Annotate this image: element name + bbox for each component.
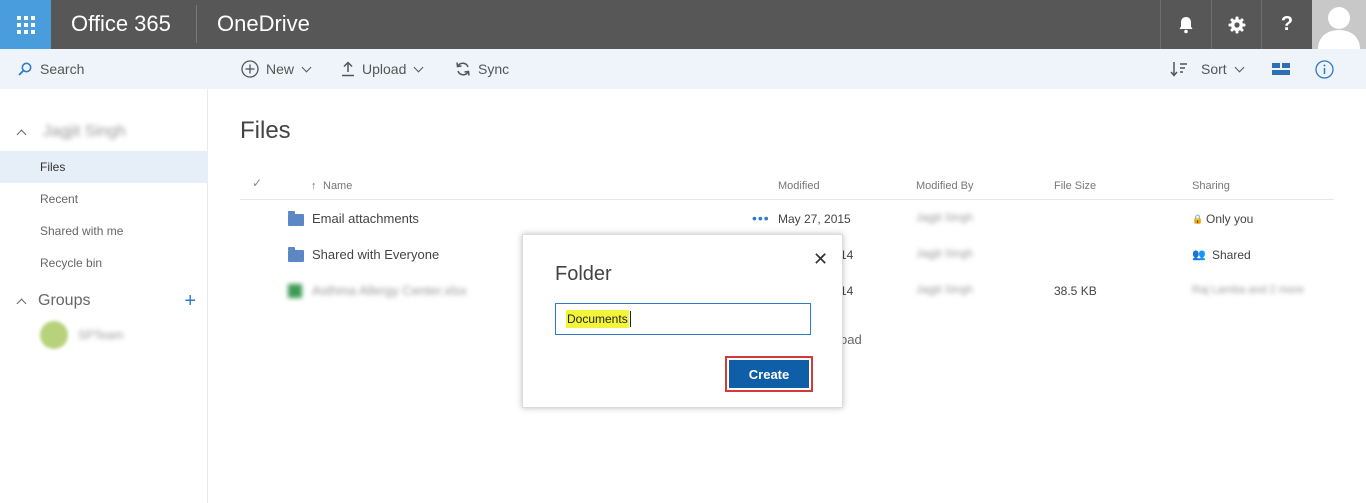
settings-button[interactable] (1211, 0, 1262, 49)
sync-button[interactable]: Sync (455, 49, 509, 89)
folder-name-input[interactable]: Documents (555, 303, 811, 335)
nav-item-label: Files (40, 160, 66, 174)
search-label: Search (40, 61, 85, 77)
groups-header: Groups + (16, 291, 196, 311)
info-icon (1315, 59, 1334, 79)
nav-item-files[interactable]: Files (0, 151, 208, 183)
app-title[interactable]: OneDrive (217, 11, 310, 37)
lock-icon: 🔒 (1192, 214, 1204, 224)
search-icon (18, 62, 32, 76)
info-button[interactable] (1315, 49, 1334, 89)
nav-item-label: Recycle bin (40, 256, 103, 270)
sort-icon (1170, 62, 1187, 77)
file-list-header: ✓ ↑ Name Modified Modified By File Size … (240, 172, 1334, 200)
select-all-checkmark-icon[interactable]: ✓ (252, 176, 262, 190)
create-button[interactable]: Create (729, 360, 809, 388)
folder-icon (288, 211, 304, 226)
sync-icon (456, 62, 470, 76)
group-name: SPTeam (78, 328, 124, 342)
tiles-view-icon (1272, 63, 1290, 75)
text-cursor (629, 311, 631, 327)
create-button-highlight: Create (725, 356, 813, 392)
file-modified-by: Jagjit Singh (916, 284, 973, 296)
bell-icon (1179, 16, 1193, 33)
chevron-down-icon (1234, 62, 1245, 72)
file-modified-by: Jagjit Singh (916, 248, 973, 260)
group-item[interactable]: SPTeam (40, 321, 123, 349)
group-avatar (40, 321, 68, 349)
close-icon[interactable]: ✕ (813, 249, 828, 270)
new-folder-dialog: Folder ✕ Documents Create (522, 234, 843, 408)
column-file-size[interactable]: File Size (1054, 180, 1096, 192)
sync-label: Sync (478, 61, 510, 77)
app-launcher-button[interactable] (0, 0, 51, 49)
dialog-title: Folder (555, 263, 612, 285)
folder-name-value: Documents (566, 310, 629, 328)
command-bar: Search New Upload Sync Sort (0, 49, 1366, 89)
new-button[interactable]: New (241, 49, 312, 89)
nav-item-recycle-bin[interactable]: Recycle bin (0, 247, 208, 279)
brand-divider (196, 5, 197, 43)
help-button[interactable]: ? (1261, 0, 1312, 49)
question-mark-icon: ? (1280, 13, 1294, 35)
sort-label: Sort (1201, 61, 1227, 77)
add-group-icon[interactable]: + (184, 291, 196, 311)
user-avatar[interactable] (1312, 0, 1366, 49)
column-modified-by[interactable]: Modified By (916, 180, 973, 192)
file-sharing: Only you (1206, 212, 1254, 226)
brand-title[interactable]: Office 365 (71, 11, 171, 37)
upload-icon (342, 61, 354, 77)
upload-button[interactable]: Upload (341, 49, 424, 89)
chevron-down-icon (301, 62, 312, 72)
suite-bar: Office 365 OneDrive ? (0, 0, 1366, 49)
upload-label: Upload (362, 61, 407, 77)
groups-label: Groups (38, 292, 91, 309)
file-name[interactable]: Shared with Everyone (312, 247, 439, 262)
new-label: New (266, 61, 295, 77)
chevron-up-icon[interactable] (16, 298, 27, 308)
nav-user-header[interactable]: Jagjit Singh (16, 123, 126, 141)
sort-button[interactable]: Sort (1170, 49, 1245, 89)
chevron-down-icon (413, 62, 424, 72)
table-row[interactable]: Email attachments ••• May 27, 2015 Jagji… (240, 201, 1334, 237)
nav-item-label: Shared with me (40, 224, 124, 238)
gear-icon (1228, 16, 1246, 33)
file-name[interactable]: Email attachments (312, 211, 419, 226)
search-box[interactable]: Search (0, 49, 208, 89)
nav-item-shared-with-me[interactable]: Shared with me (0, 215, 208, 247)
file-size: 38.5 KB (1054, 284, 1097, 298)
notifications-button[interactable] (1160, 0, 1211, 49)
file-modified-by: Jagjit Singh (916, 212, 973, 224)
file-name[interactable]: Asthma Allergy Center.xlsx (312, 283, 467, 298)
more-options-icon[interactable]: ••• (752, 210, 770, 226)
people-icon: 👥 (1192, 249, 1206, 261)
user-name: Jagjit Singh (43, 123, 126, 140)
nav-item-label: Recent (40, 192, 79, 206)
waffle-icon (16, 15, 35, 34)
file-modified: May 27, 2015 (778, 212, 851, 226)
file-sharing: Raj Lamba and 2 more (1192, 284, 1304, 296)
column-modified[interactable]: Modified (778, 180, 820, 192)
file-sharing: Shared (1212, 248, 1251, 262)
column-sharing[interactable]: Sharing (1192, 180, 1230, 192)
view-toggle-button[interactable] (1272, 49, 1290, 89)
shared-folder-icon (288, 247, 304, 262)
chevron-up-icon (16, 129, 27, 139)
excel-file-icon (288, 284, 302, 298)
upload-hint-text: oad (840, 332, 862, 347)
page-title: Files (240, 117, 291, 144)
left-navigation: Jagjit Singh Files Recent Shared with me… (0, 89, 208, 503)
person-icon (1318, 7, 1360, 49)
plus-circle-icon (241, 60, 259, 78)
nav-item-recent[interactable]: Recent (0, 183, 208, 215)
column-name[interactable]: Name (323, 180, 352, 192)
sort-arrow-icon: ↑ (311, 180, 317, 192)
